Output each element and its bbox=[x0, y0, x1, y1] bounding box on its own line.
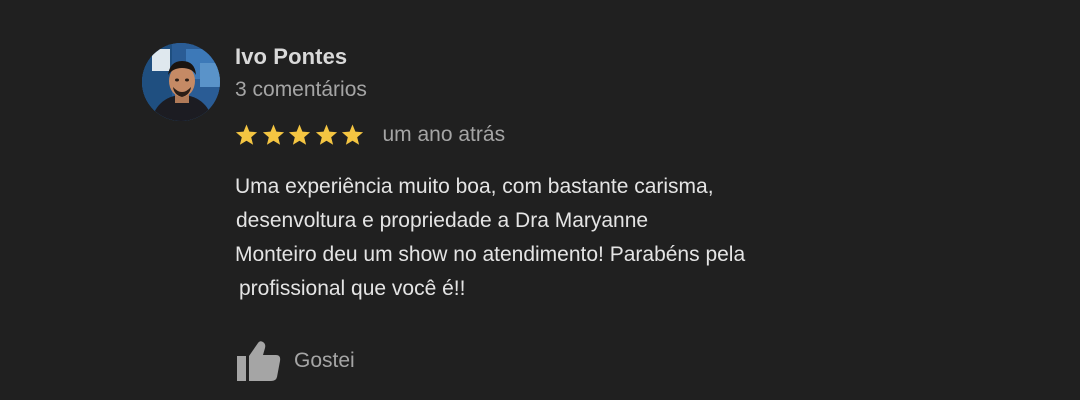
review-card: Ivo Pontes 3 comentários um ano atrás Um… bbox=[0, 0, 1080, 400]
avatar[interactable] bbox=[142, 43, 220, 121]
star-icon bbox=[288, 124, 311, 145]
star-rating bbox=[234, 123, 367, 147]
thumbs-up-icon bbox=[237, 341, 281, 381]
star-icon bbox=[341, 124, 364, 145]
review-text-line: Monteiro deu um show no atendimento! Par… bbox=[235, 243, 746, 266]
star-icon bbox=[262, 124, 284, 145]
star-icon bbox=[235, 124, 258, 145]
review-text-line: profissional que você é!! bbox=[239, 277, 466, 300]
rating-row: um ano atrás bbox=[234, 121, 505, 149]
author-name[interactable]: Ivo Pontes bbox=[235, 44, 347, 70]
like-label: Gostei bbox=[294, 349, 355, 372]
star-icon bbox=[315, 124, 337, 145]
avatar-photo bbox=[142, 43, 220, 121]
review-time: um ano atrás bbox=[382, 123, 506, 146]
author-review-count: 3 comentários bbox=[235, 78, 367, 101]
review-text-line: Uma experiência muito boa, com bastante … bbox=[235, 175, 714, 198]
review-text: Uma experiência muito boa, com bastante … bbox=[235, 170, 745, 306]
review-text-line: desenvoltura e propriedade a Dra Maryann… bbox=[236, 209, 649, 232]
like-button[interactable]: Gostei bbox=[236, 340, 355, 382]
